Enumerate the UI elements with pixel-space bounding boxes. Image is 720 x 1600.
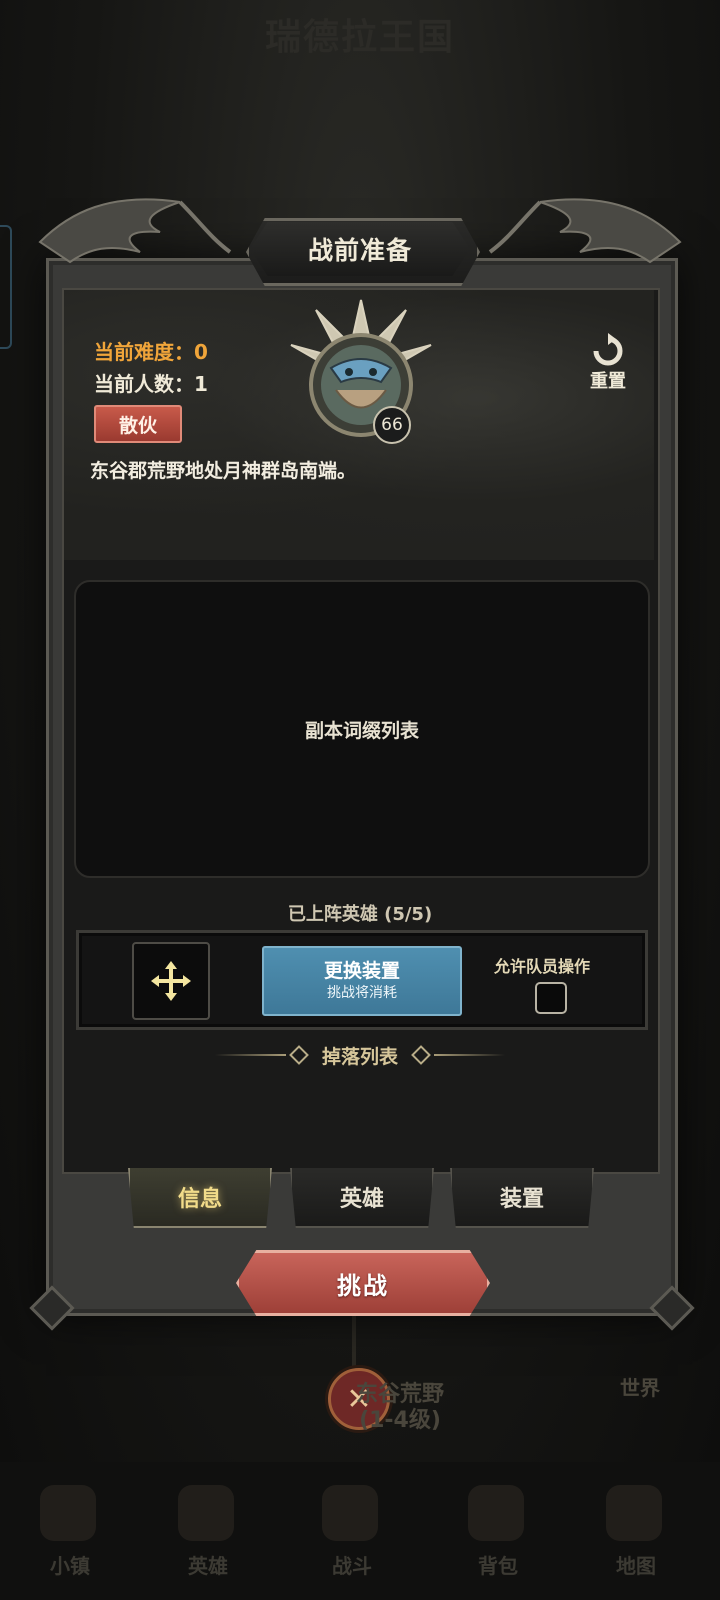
challenge-label: 挑战 xyxy=(337,1271,389,1300)
kingdom-title: 瑞德拉王国 xyxy=(264,17,455,58)
bag-icon xyxy=(468,1485,524,1541)
nav-bag: 背包 xyxy=(478,1554,518,1578)
move-arrows-icon xyxy=(151,961,191,1001)
dragon-wing-ornament-left xyxy=(38,198,232,264)
world-label: 世界 xyxy=(620,1376,660,1400)
title-plate: 战前准备 xyxy=(250,222,470,276)
tab-info[interactable]: 信息 xyxy=(128,1168,272,1228)
map-icon xyxy=(606,1485,662,1541)
divider-line xyxy=(434,1054,506,1056)
allow-member-checkbox[interactable] xyxy=(535,982,567,1014)
challenge-button[interactable]: 挑战 xyxy=(236,1250,490,1316)
hero-icon xyxy=(178,1485,234,1541)
town-icon xyxy=(40,1485,96,1541)
member-count-label: 当前人数：1 xyxy=(94,372,208,396)
reset-icon xyxy=(593,333,623,366)
diamond-ornament-icon xyxy=(289,1045,309,1065)
drops-title: 掉落列表 xyxy=(322,1045,399,1068)
battle-icon xyxy=(322,1485,378,1541)
boss-level-badge: 66 xyxy=(373,406,411,444)
reset-button[interactable]: 重置 xyxy=(580,333,636,393)
tab-heroes[interactable]: 英雄 xyxy=(290,1168,434,1228)
map-path xyxy=(352,1310,356,1370)
modal-title: 战前准备 xyxy=(307,236,412,265)
nav-hero: 英雄 xyxy=(188,1554,228,1578)
deployed-heroes-label: 已上阵英雄 (5/5) xyxy=(287,904,433,925)
nav-map: 地图 xyxy=(616,1554,656,1578)
diamond-ornament-icon xyxy=(411,1045,431,1065)
divider-line xyxy=(215,1054,286,1056)
nav-battle: 战斗 xyxy=(332,1554,372,1578)
map-node-name: 东谷荒野 xyxy=(355,1382,444,1407)
tab-gear[interactable]: 装置 xyxy=(450,1168,594,1228)
allow-member-label: 允许队员操作 xyxy=(494,957,591,976)
swap-gear-subtitle: 挑战将消耗 xyxy=(327,985,397,1001)
affix-list-panel: 副本词缀列表 xyxy=(74,580,650,878)
side-panel-tab xyxy=(0,225,12,349)
swap-gear-button[interactable]: 更换装置 挑战将消耗 xyxy=(262,946,462,1016)
drops-header: 掉落列表 xyxy=(215,1040,506,1070)
reset-label: 重置 xyxy=(590,371,626,392)
disband-button[interactable]: 散伙 xyxy=(94,405,182,443)
map-node-level: (1-4级) xyxy=(359,1408,441,1433)
affix-list-label: 副本词缀列表 xyxy=(304,719,419,742)
dragon-wing-ornament-right xyxy=(488,198,682,264)
dungeon-description: 东谷郡荒野地处月神群岛南端。 xyxy=(90,460,357,482)
swap-gear-title: 更换装置 xyxy=(323,960,400,982)
map-node-label: 东谷荒野 (1-4级) xyxy=(310,1382,490,1434)
boss-emblem-icon xyxy=(290,299,432,437)
nav-town: 小镇 xyxy=(50,1554,90,1578)
move-button[interactable] xyxy=(132,942,210,1020)
difficulty-label: 当前难度：0 xyxy=(94,340,208,364)
